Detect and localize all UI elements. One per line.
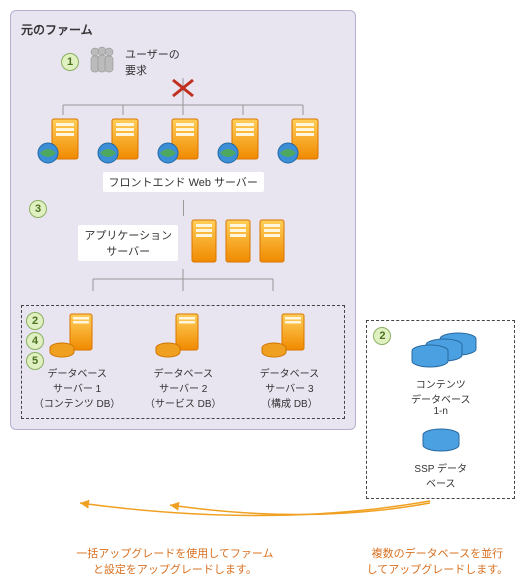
source-farm-panel: 元のファーム 1 ユーザーの 要求 xyxy=(10,10,356,430)
captions-row: 一括アップグレードを使用してファーム と設定をアップグレードします。 複数のデー… xyxy=(10,545,515,577)
db-connector xyxy=(33,269,333,291)
step-badge-5: 5 xyxy=(26,352,44,370)
flow-arrows xyxy=(10,499,520,531)
db-server-col: データベース サーバー 2 （サービス DB） xyxy=(132,312,234,410)
ssp-db-label: SSP データ ベース xyxy=(373,460,508,490)
caption-left: 一括アップグレードを使用してファーム と設定をアップグレードします。 xyxy=(10,545,340,577)
step-badge-3: 3 xyxy=(29,200,47,218)
step-badge-4: 4 xyxy=(26,332,44,350)
db-server-name: データベース サーバー 3 xyxy=(238,365,340,395)
web-server-icon xyxy=(214,115,272,168)
connector-line xyxy=(183,200,184,216)
app-server-icon xyxy=(188,216,220,269)
step-badge-1: 1 xyxy=(61,53,79,71)
db-server-sub: （コンテンツ DB） xyxy=(26,395,128,410)
web-server-icon xyxy=(34,115,92,168)
users-icon xyxy=(87,46,117,78)
app-label: アプリケーション サーバー xyxy=(78,225,178,261)
frontend-label: フロントエンド Web サーバー xyxy=(103,172,264,192)
db-server-sub: （構成 DB） xyxy=(238,395,340,410)
parallel-db-panel: 2 コンテンツ データベース 1-n SSP データ ベース xyxy=(366,320,515,499)
content-db-label: コンテンツ データベース 1-n xyxy=(373,376,508,417)
user-request-row: 1 ユーザーの 要求 xyxy=(61,46,345,78)
db-server-sub: （サービス DB） xyxy=(132,395,234,410)
db-server-name: データベース サーバー 2 xyxy=(132,365,234,395)
frontend-servers-row xyxy=(21,115,345,168)
step-badge-2: 2 xyxy=(26,312,44,330)
db-servers-section: 2 4 5 データベース サーバー 1 （コンテンツ DB） データベース サー… xyxy=(21,305,345,419)
content-db-icons xyxy=(373,329,508,372)
user-request-label: ユーザーの 要求 xyxy=(125,46,180,78)
db-server-col: データベース サーバー 3 （構成 DB） xyxy=(238,312,340,410)
ssp-db-icon xyxy=(373,427,508,456)
fe-connector xyxy=(33,97,333,115)
app-servers-row: アプリケーション サーバー xyxy=(21,216,345,269)
web-server-icon xyxy=(94,115,152,168)
app-server-icon xyxy=(256,216,288,269)
web-server-icon xyxy=(154,115,212,168)
db-step-badges: 2 4 5 xyxy=(26,312,44,370)
web-server-icon xyxy=(274,115,332,168)
caption-right: 複数のデータベースを並行 してアップグレードします。 xyxy=(360,545,515,577)
app-server-icon xyxy=(222,216,254,269)
farm-title: 元のファーム xyxy=(21,21,345,38)
